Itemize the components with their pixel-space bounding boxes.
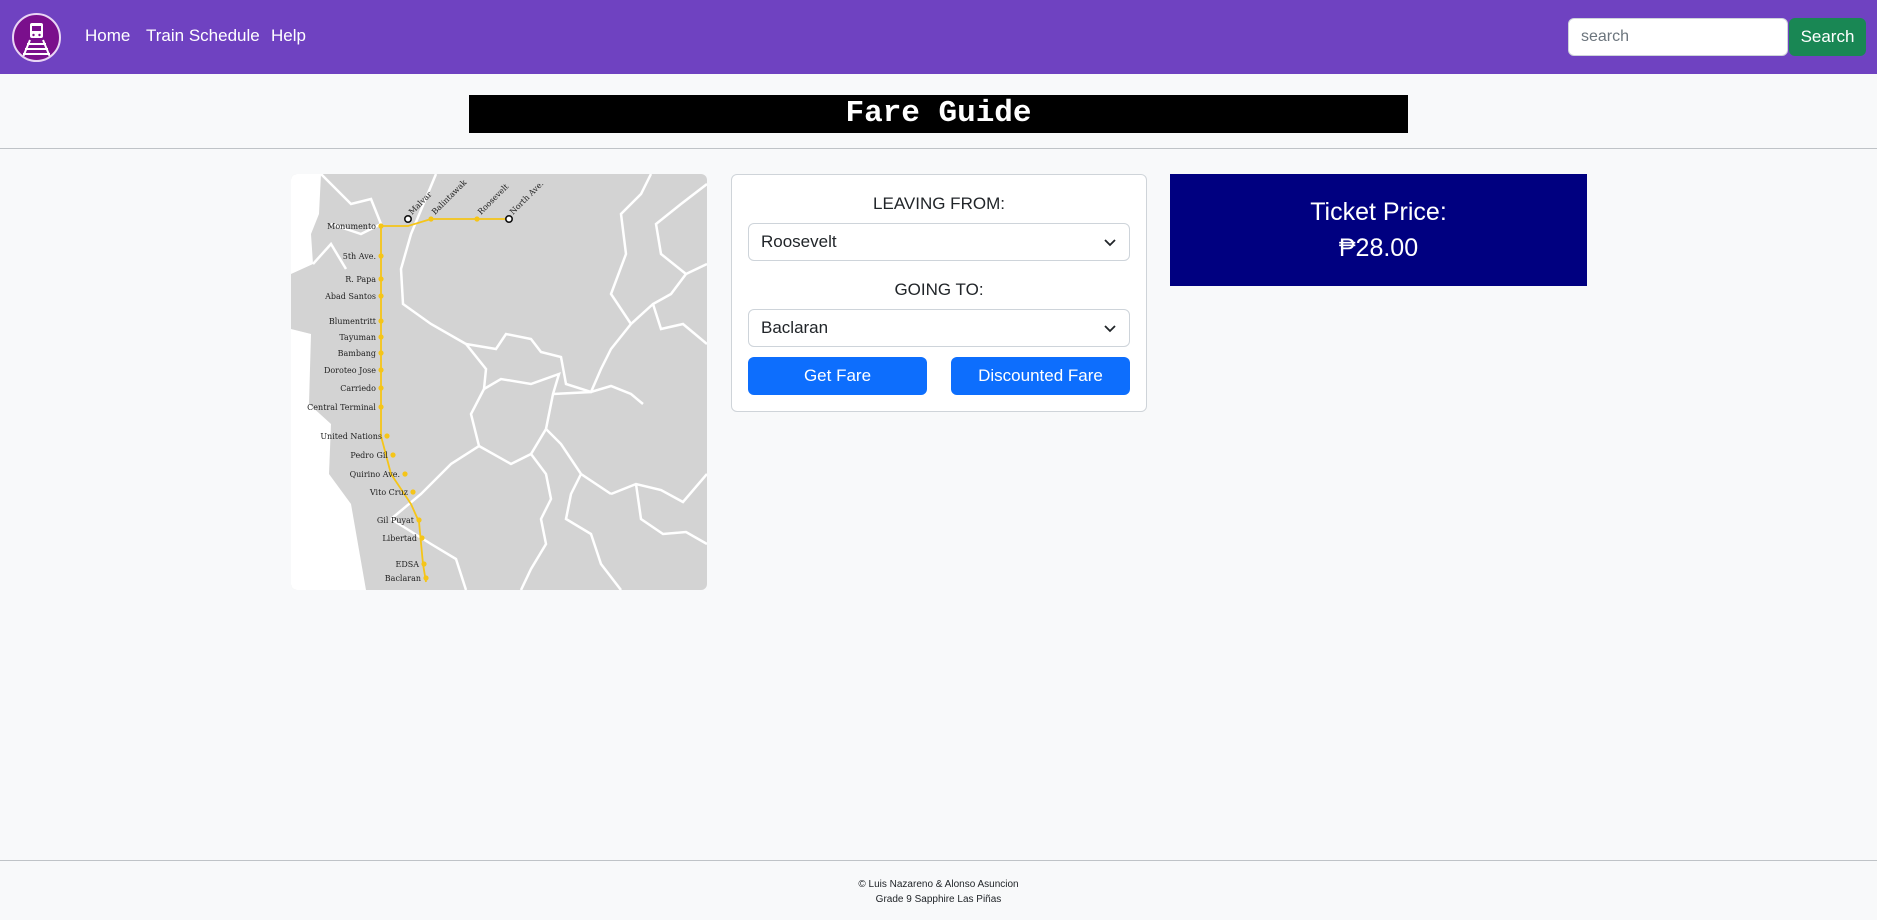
station-label: Gil Puyat xyxy=(377,516,415,525)
station-label: Abad Santos xyxy=(324,292,376,301)
chevron-down-icon xyxy=(1104,325,1116,333)
station-label: Bambang xyxy=(338,349,376,358)
station-marker xyxy=(378,350,384,356)
station-label: 5th Ave. xyxy=(343,252,376,261)
station-marker xyxy=(410,489,416,495)
station-label: United Nations xyxy=(320,432,382,441)
footer-divider xyxy=(0,860,1877,861)
train-logo-icon[interactable] xyxy=(12,13,61,62)
station-marker xyxy=(378,293,384,299)
station-marker xyxy=(505,214,514,223)
station-marker xyxy=(378,367,384,373)
ticket-price-label: Ticket Price: xyxy=(1310,198,1447,226)
train-route-map: Monumento 5th Ave. R. Papa Abad Santos Blume… xyxy=(291,174,707,590)
fare-form: LEAVING FROM: Roosevelt GOING TO: Baclar… xyxy=(731,174,1147,412)
chevron-down-icon xyxy=(1104,239,1116,247)
station-marker xyxy=(419,535,425,541)
station-label: Pedro Gil xyxy=(350,451,388,460)
get-fare-button[interactable]: Get Fare xyxy=(748,357,927,395)
station-label: Roosevelt xyxy=(476,182,511,217)
nav-train-schedule-link[interactable]: Train Schedule xyxy=(146,26,260,46)
leaving-from-value: Roosevelt xyxy=(761,232,837,251)
station-label: Balintawak xyxy=(430,178,469,217)
leaving-from-label: LEAVING FROM: xyxy=(873,194,1005,213)
leaving-from-select[interactable]: Roosevelt xyxy=(748,223,1130,261)
station-marker xyxy=(428,216,434,222)
route-map-graphic: Monumento 5th Ave. R. Papa Abad Santos Blume… xyxy=(291,174,707,590)
station-marker xyxy=(404,214,413,223)
page-title: Fare Guide xyxy=(469,95,1408,133)
station-label: Blumentritt xyxy=(329,317,377,326)
station-marker xyxy=(378,334,384,340)
station-label: Carriedo xyxy=(340,384,376,393)
going-to-label: GOING TO: xyxy=(894,280,984,299)
footer-school: Grade 9 Sapphire Las Piñas xyxy=(875,894,1002,905)
station-marker xyxy=(402,471,408,477)
station-label: R. Papa xyxy=(345,275,376,284)
station-marker xyxy=(384,433,390,439)
station-label: Libertad xyxy=(382,534,417,543)
station-marker xyxy=(378,385,384,391)
station-marker xyxy=(390,452,396,458)
station-label: Vito Cruz xyxy=(369,488,408,497)
station-label: Quirino Ave. xyxy=(350,470,400,479)
station-marker xyxy=(423,575,429,581)
discounted-fare-button[interactable]: Discounted Fare xyxy=(951,357,1130,395)
going-to-select[interactable]: Baclaran xyxy=(748,309,1130,347)
station-marker xyxy=(378,223,384,229)
divider xyxy=(0,148,1877,149)
nav-help-link[interactable]: Help xyxy=(271,26,306,46)
search-button[interactable]: Search xyxy=(1789,18,1866,56)
station-marker xyxy=(416,517,422,523)
ticket-price-value: ₱28.00 xyxy=(1338,234,1419,262)
navbar: Home Train Schedule Help Search xyxy=(0,0,1877,74)
station-marker xyxy=(378,253,384,259)
going-to-value: Baclaran xyxy=(761,318,829,337)
station-label: Monumento xyxy=(327,222,376,231)
ticket-price-panel: Ticket Price: ₱28.00 xyxy=(1170,174,1587,286)
station-label: Tayuman xyxy=(339,333,376,342)
station-marker xyxy=(378,276,384,282)
station-marker xyxy=(421,561,427,567)
station-label: North Ave. xyxy=(508,179,545,216)
search-input[interactable] xyxy=(1568,18,1788,56)
footer-credits: © Luis Nazareno & Alonso Asuncion xyxy=(858,879,1019,890)
station-label: EDSA xyxy=(395,560,419,569)
nav-home-link[interactable]: Home xyxy=(85,26,130,46)
station-label: Doroteo Jose xyxy=(324,366,376,375)
station-marker xyxy=(474,216,480,222)
station-marker xyxy=(378,318,384,324)
station-label: Central Terminal xyxy=(307,403,376,412)
station-label: Baclaran xyxy=(385,574,421,583)
station-marker xyxy=(378,404,384,410)
